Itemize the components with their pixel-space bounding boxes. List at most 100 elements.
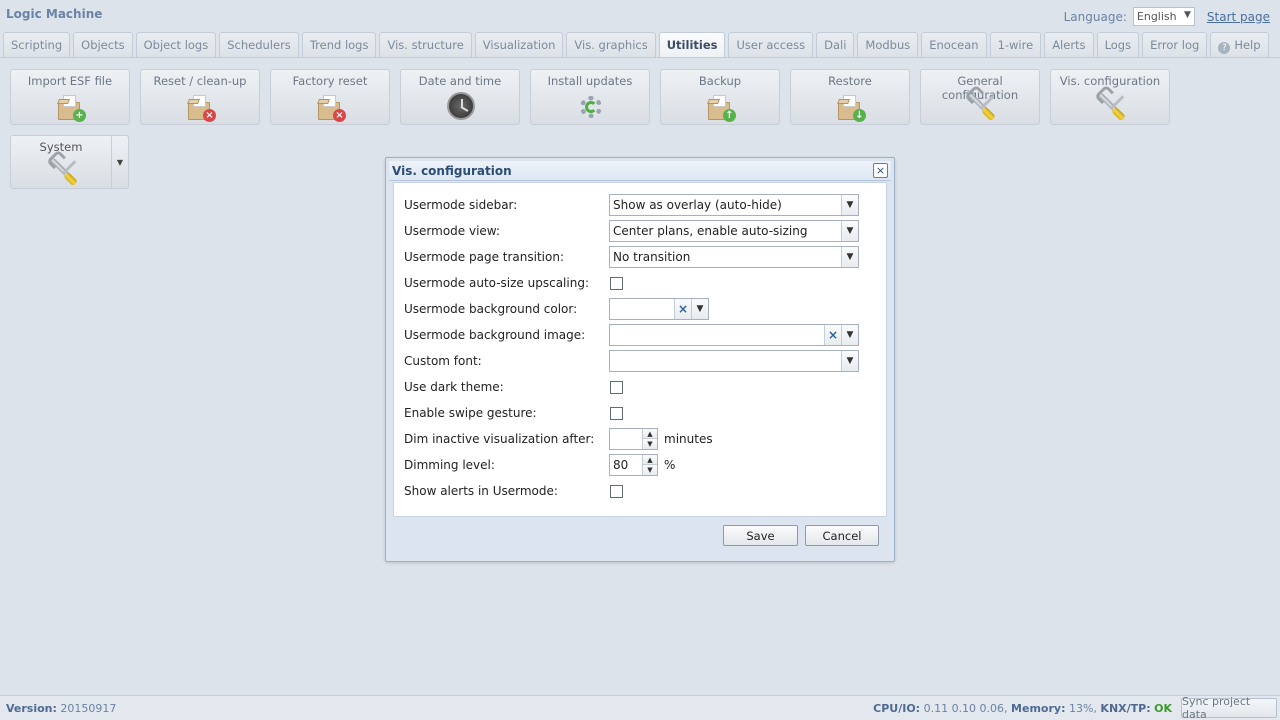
field-show-alerts: Show alerts in Usermode: [404,480,874,502]
field-label: Usermode view: [404,224,501,238]
stepper-value: 80 [613,458,629,472]
backup-button[interactable]: Backup ↑ [660,69,780,125]
field-label: Usermode page transition: [404,250,564,264]
chevron-down-icon[interactable]: ▼ [691,299,708,319]
tab-visualization[interactable]: Visualization [474,32,564,57]
field-label: Usermode sidebar: [404,198,518,212]
field-dim-after: Dim inactive visualization after: ▲ ▼ mi… [404,428,874,450]
chevron-down-icon[interactable]: ▼ [841,247,858,267]
status-bar: Version: 20150917 CPU/IO: 0.11 0.10 0.06… [0,695,1280,720]
tile-label: Date and time [418,74,502,88]
show-alerts-checkbox[interactable] [610,484,623,498]
field-background-image: Usermode background image: × ▼ [404,324,874,346]
field-label: Usermode background image: [404,328,586,342]
tab-alerts[interactable]: Alerts [1044,32,1094,57]
usermode-view-select[interactable]: Center plans, enable auto-sizing ▼ [609,220,859,242]
field-page-transition: Usermode page transition: No transition … [404,246,874,268]
general-configuration-button[interactable]: General configuration [920,69,1040,125]
close-icon: × [875,164,886,177]
field-usermode-view: Usermode view: Center plans, enable auto… [404,220,874,242]
page-transition-select[interactable]: No transition ▼ [609,246,859,268]
system-stats: CPU/IO: 0.11 0.10 0.06, Memory: 13%, KNX… [873,702,1172,715]
import-esf-button[interactable]: Import ESF file + [10,69,130,125]
tools-icon [47,157,79,187]
tab-object-logs[interactable]: Object logs [135,32,217,57]
spin-down-icon[interactable]: ▼ [642,439,657,449]
custom-font-select[interactable]: ▼ [609,350,859,372]
field-swipe-gesture: Enable swipe gesture: [404,402,874,424]
system-menu-dropdown[interactable]: ▼ [111,136,128,188]
chevron-down-icon[interactable]: ▼ [841,221,858,241]
field-label: Dim inactive visualization after: [404,432,595,446]
language-select[interactable]: English ▼ [1132,7,1195,26]
usermode-sidebar-select[interactable]: Show as overlay (auto-hide) ▼ [609,194,859,216]
dialog-body: Usermode sidebar: Show as overlay (auto-… [393,182,887,517]
clear-icon[interactable]: × [674,299,691,319]
gear-update-icon [575,92,607,122]
dim-after-stepper[interactable]: ▲ ▼ [609,428,658,450]
upscaling-checkbox[interactable] [610,276,623,290]
start-page-link[interactable]: Start page [1207,10,1270,24]
date-time-button[interactable]: Date and time [400,69,520,125]
tab-scripting[interactable]: Scripting [3,32,71,57]
tab-user-access[interactable]: User access [728,32,814,57]
tile-label: Import ESF file [27,74,113,88]
dimming-level-stepper[interactable]: 80 ▲ ▼ [609,454,658,476]
select-value: No transition [613,250,691,264]
tab-1-wire[interactable]: 1-wire [989,32,1042,57]
tab-utilities[interactable]: Utilities [658,32,726,57]
tab-modbus[interactable]: Modbus [857,32,919,57]
tile-label: Reset / clean-up [153,74,247,88]
box-download-icon: ↓ [835,92,867,122]
background-color-picker[interactable]: × ▼ [609,298,709,320]
chevron-down-icon[interactable]: ▼ [841,351,858,371]
tab-dali[interactable]: Dali [816,32,855,57]
dark-theme-checkbox[interactable] [610,380,623,394]
tab-trend-logs[interactable]: Trend logs [301,32,377,57]
background-image-select[interactable]: × ▼ [609,324,859,346]
tab-logs[interactable]: Logs [1096,32,1140,57]
language-value: English [1136,10,1177,23]
chevron-down-icon[interactable]: ▼ [841,195,858,215]
tile-label: Backup [698,74,742,88]
field-label: Use dark theme: [404,380,504,394]
install-updates-button[interactable]: Install updates [530,69,650,125]
field-label: Show alerts in Usermode: [404,484,558,498]
language-area: Language: English ▼ Start page [1064,7,1270,26]
field-custom-font: Custom font: ▼ [404,350,874,372]
swipe-gesture-checkbox[interactable] [610,406,623,420]
box-remove-icon: × [315,92,347,122]
unit-label: minutes [664,432,713,446]
cancel-button[interactable]: Cancel [805,525,879,546]
field-auto-size-upscaling: Usermode auto-size upscaling: [404,272,874,294]
field-label: Enable swipe gesture: [404,406,537,420]
version-info: Version: 20150917 [6,702,116,715]
field-label: Dimming level: [404,458,495,472]
save-button[interactable]: Save [723,525,798,546]
spin-up-icon[interactable]: ▲ [642,429,657,439]
spin-down-icon[interactable]: ▼ [642,465,657,475]
close-button[interactable]: × [873,163,888,178]
chevron-down-icon: ▼ [116,157,124,167]
box-add-icon: + [55,92,87,122]
sync-project-button[interactable]: Sync project data [1181,695,1277,720]
vis-configuration-button[interactable]: Vis. configuration [1050,69,1170,125]
tab-enocean[interactable]: Enocean [921,32,987,57]
select-value: Show as overlay (auto-hide) [613,198,782,212]
tab-vis-structure[interactable]: Vis. structure [379,32,472,57]
clock-icon [445,92,477,122]
factory-reset-button[interactable]: Factory reset × [270,69,390,125]
tab-error-log[interactable]: Error log [1142,32,1208,57]
spin-up-icon[interactable]: ▲ [642,455,657,465]
system-button[interactable]: System ▼ [10,135,129,189]
chevron-down-icon[interactable]: ▼ [841,325,858,345]
clear-icon[interactable]: × [824,325,841,345]
tab-schedulers[interactable]: Schedulers [219,32,299,57]
tab-vis-graphics[interactable]: Vis. graphics [566,32,656,57]
restore-button[interactable]: Restore ↓ [790,69,910,125]
language-label: Language: [1063,9,1127,24]
dialog-footer: Save Cancel [386,518,894,562]
tab-help[interactable]: ? Help [1210,32,1269,57]
reset-cleanup-button[interactable]: Reset / clean-up × [140,69,260,125]
tab-objects[interactable]: Objects [73,32,133,57]
